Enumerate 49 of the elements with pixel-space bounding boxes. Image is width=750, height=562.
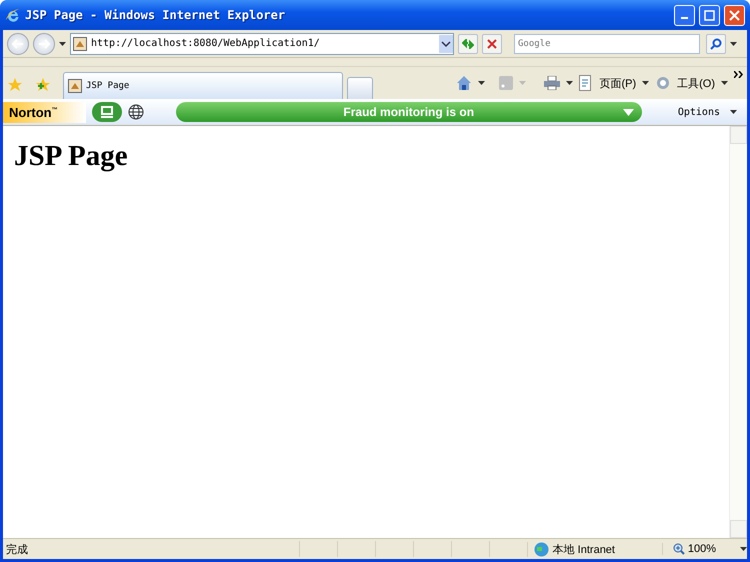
search-button[interactable] [706,34,726,54]
network-globe-icon [534,542,549,556]
dropdown-arrow-icon[interactable] [730,110,737,114]
dropdown-arrow-icon[interactable] [566,81,574,85]
maximize-icon [704,10,715,20]
dropdown-arrow-icon[interactable] [730,42,737,46]
chevron-icon[interactable] [734,71,743,78]
dropdown-arrow-icon[interactable] [478,81,486,85]
star-icon[interactable] [7,77,23,93]
security-zone: 本地 Intranet [552,542,615,556]
printer-icon[interactable] [544,76,560,90]
globe-icon[interactable] [128,104,144,120]
page-icon [68,79,82,93]
minimize-button[interactable] [674,4,695,26]
address-field[interactable]: http://localhost:8080/WebApplication1/ [70,32,454,54]
search-field[interactable]: Google [514,34,700,54]
back-button[interactable] [7,32,29,54]
maximize-button[interactable] [699,4,720,26]
tools-menu[interactable]: 工具(O) [677,76,715,90]
page-icon [73,36,87,50]
page-heading: JSP Page [14,140,129,173]
norton-brand: Norton$^{™}$ [3,102,86,122]
dropdown-arrow-icon[interactable] [59,42,66,46]
page-icon[interactable] [579,75,594,91]
search-icon [710,38,722,50]
zoom-icon[interactable] [672,543,685,555]
dropdown-arrow-icon[interactable] [642,81,650,85]
fraud-status: Fraud monitoring is on [343,105,474,119]
forward-arrow-icon [38,38,50,48]
back-arrow-icon [12,38,24,48]
scrollbar[interactable] [729,126,747,538]
page-menu[interactable]: 页面(P) [599,76,636,90]
status-text: 完成 [5,542,29,556]
refresh-button[interactable] [458,34,478,54]
window-title: JSP Page - Windows Internet Explorer [25,8,286,22]
computer-icon[interactable] [92,102,122,122]
add-favorite-icon[interactable] [35,77,51,93]
zoom-level[interactable]: 100% [688,543,716,555]
options-button[interactable]: Options [648,106,724,118]
dropdown-arrow-icon[interactable] [721,81,728,85]
close-button[interactable] [724,4,745,26]
tab[interactable]: JSP Page [63,72,343,99]
browser-logo-icon [5,7,21,23]
refresh-icon [462,38,474,48]
close-icon [729,10,740,20]
home-icon[interactable] [456,75,472,91]
dropdown-arrow-icon[interactable] [740,547,748,551]
stop-button[interactable] [482,34,502,54]
stop-icon [487,38,497,48]
